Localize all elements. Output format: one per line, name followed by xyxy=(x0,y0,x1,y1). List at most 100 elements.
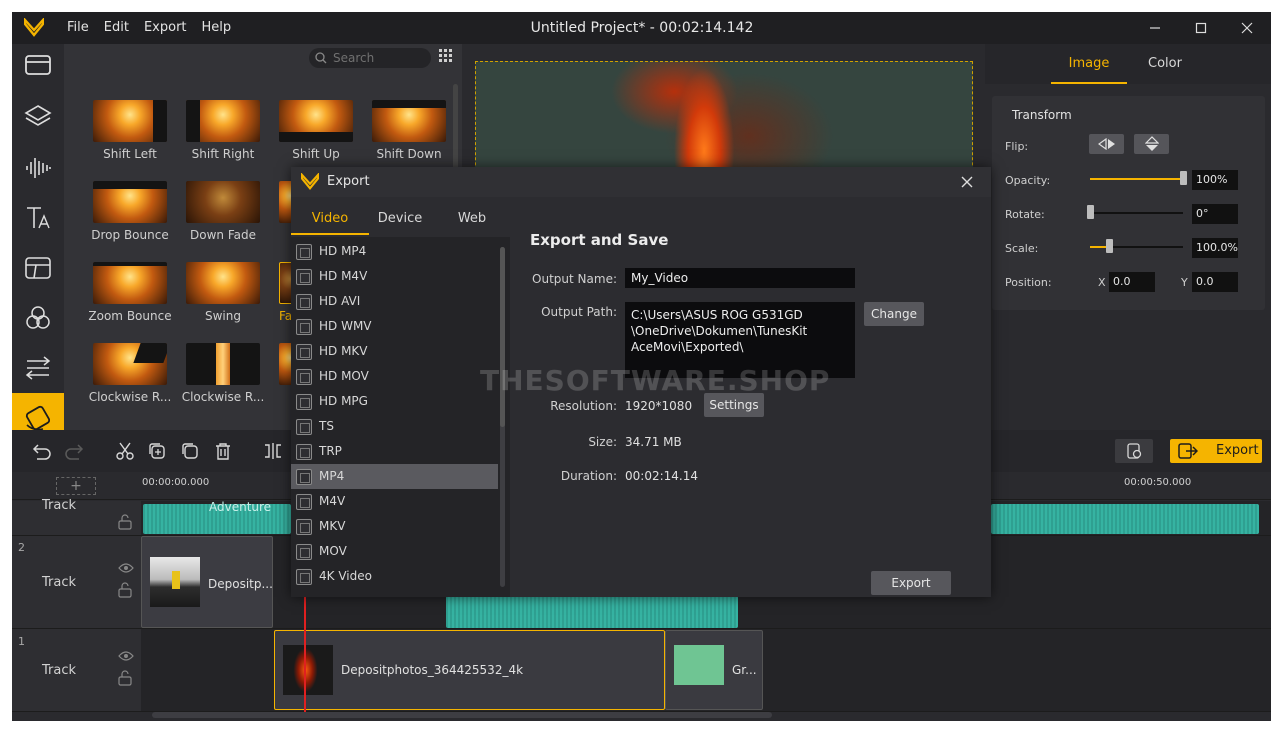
minimize-icon xyxy=(1150,27,1160,29)
format-item[interactable]: HD MPG xyxy=(291,389,498,414)
flip-horizontal-button[interactable] xyxy=(1089,134,1124,154)
layers-tab[interactable] xyxy=(12,92,64,142)
tab-image[interactable]: Image xyxy=(1051,44,1127,84)
visibility-eye-icon[interactable] xyxy=(118,562,134,574)
template-icon xyxy=(25,257,51,279)
transition-thumb-shift-down[interactable] xyxy=(372,100,446,142)
rotate-slider[interactable] xyxy=(1090,212,1183,214)
media-tab[interactable] xyxy=(12,40,64,90)
audio-clip-adventure[interactable]: Adventure xyxy=(143,500,291,534)
format-item-selected[interactable]: MP4 xyxy=(291,464,498,489)
transition-label: Clockwise R... xyxy=(88,390,172,404)
track-header-1: 1 Track xyxy=(12,629,141,712)
filters-tab[interactable] xyxy=(12,293,64,343)
export-button[interactable]: Export xyxy=(1170,439,1262,463)
search-input[interactable]: Search xyxy=(309,48,431,68)
visibility-eye-icon[interactable] xyxy=(118,650,134,662)
video-clip-green[interactable]: Gr... xyxy=(665,630,763,710)
transition-thumb-swing[interactable] xyxy=(186,262,260,304)
filter-circles-icon xyxy=(26,306,50,329)
format-item[interactable]: HD AVI xyxy=(291,289,498,314)
output-path-line: C:\Users\ASUS ROG G531GD xyxy=(631,308,803,322)
output-name-input[interactable]: My_Video xyxy=(625,268,855,288)
transition-thumb-clockwise-rotate[interactable] xyxy=(93,343,167,385)
copy-icon[interactable] xyxy=(147,441,167,461)
transition-thumb-drop-bounce[interactable] xyxy=(93,181,167,223)
templates-tab[interactable] xyxy=(12,243,64,293)
position-x-input[interactable]: 0.0 xyxy=(1109,272,1155,292)
tab-web[interactable]: Web xyxy=(437,203,507,235)
undo-icon[interactable] xyxy=(32,441,52,461)
opacity-knob[interactable] xyxy=(1180,171,1187,185)
minimize-button[interactable] xyxy=(1132,12,1178,44)
transition-thumb-shift-up[interactable] xyxy=(279,100,353,142)
tab-device[interactable]: Device xyxy=(363,203,437,235)
redo-icon[interactable] xyxy=(64,441,84,461)
menu-bar: File Edit Export Help xyxy=(67,12,246,44)
clip-thumbnail xyxy=(674,645,724,685)
transition-thumb-shift-left[interactable] xyxy=(93,100,167,142)
format-item[interactable]: MOV xyxy=(291,539,498,564)
menu-edit[interactable]: Edit xyxy=(104,12,129,44)
tab-color[interactable]: Color xyxy=(1127,44,1203,84)
menu-file[interactable]: File xyxy=(67,12,89,44)
opacity-slider[interactable] xyxy=(1090,178,1183,180)
format-item[interactable]: TS xyxy=(291,414,498,439)
transition-thumb-shift-right[interactable] xyxy=(186,100,260,142)
transition-thumb-zoom-bounce[interactable] xyxy=(93,262,167,304)
cut-icon[interactable] xyxy=(115,441,135,461)
flip-vertical-button[interactable] xyxy=(1134,134,1169,154)
lock-icon[interactable] xyxy=(118,582,132,598)
grid-view-icon[interactable] xyxy=(439,49,453,63)
format-item[interactable]: HD MP4 xyxy=(291,239,498,264)
export-heading: Export and Save xyxy=(530,231,669,249)
scale-value[interactable]: 100.0% xyxy=(1192,238,1238,258)
format-item[interactable]: HD M4V xyxy=(291,264,498,289)
add-track-button[interactable]: + xyxy=(56,477,96,495)
format-item[interactable]: 4K Video xyxy=(291,564,498,589)
close-icon[interactable] xyxy=(961,176,973,188)
rotate-knob[interactable] xyxy=(1087,205,1094,219)
menu-help[interactable]: Help xyxy=(202,12,232,44)
rotate-value[interactable]: 0° xyxy=(1192,204,1238,224)
format-item[interactable]: HD MOV xyxy=(291,364,498,389)
format-item[interactable]: TRP xyxy=(291,439,498,464)
format-item[interactable]: MKV xyxy=(291,514,498,539)
timeline-scrollbar[interactable] xyxy=(152,712,772,718)
format-item[interactable]: M4V xyxy=(291,489,498,514)
transition-thumb-clockwise-reveal[interactable] xyxy=(186,343,260,385)
lock-icon[interactable] xyxy=(118,670,132,686)
lock-icon[interactable] xyxy=(118,514,132,530)
position-y-input[interactable]: 0.0 xyxy=(1192,272,1238,292)
export-settings-button[interactable] xyxy=(1115,439,1153,463)
export-dialog-titlebar: Export xyxy=(291,167,991,197)
change-path-button[interactable]: Change xyxy=(864,302,924,326)
transition-thumb-down-fade[interactable] xyxy=(186,181,260,223)
tab-video[interactable]: Video xyxy=(291,203,369,235)
size-label: Size: xyxy=(588,435,617,449)
video-clip-selected[interactable]: Depositphotos_364425532_4k xyxy=(274,630,665,710)
dialog-export-button[interactable]: Export xyxy=(871,571,951,595)
menu-export[interactable]: Export xyxy=(144,12,187,44)
opacity-value[interactable]: 100% xyxy=(1192,170,1238,190)
scale-knob[interactable] xyxy=(1105,239,1113,253)
scale-slider[interactable] xyxy=(1090,246,1183,248)
audio-tab[interactable] xyxy=(12,143,64,193)
text-tab[interactable] xyxy=(12,193,64,243)
video-file-icon xyxy=(296,319,312,335)
format-item[interactable]: HD MKV xyxy=(291,339,498,364)
delete-icon[interactable] xyxy=(213,441,233,461)
maximize-button[interactable] xyxy=(1178,12,1224,44)
size-value: 34.71 MB xyxy=(625,435,682,449)
split-icon[interactable] xyxy=(263,441,283,461)
clip-thumbnail xyxy=(283,645,333,695)
paste-icon[interactable] xyxy=(180,441,200,461)
audio-clip-continued[interactable] xyxy=(991,504,1259,534)
close-window-button[interactable] xyxy=(1224,12,1270,44)
audio-clip-track2[interactable] xyxy=(446,596,738,628)
video-clip-track2[interactable]: Depositp... xyxy=(141,536,273,628)
video-file-icon xyxy=(296,544,312,560)
elements-tab[interactable] xyxy=(12,343,64,393)
format-list-scroll-thumb[interactable] xyxy=(500,247,505,427)
format-item[interactable]: HD WMV xyxy=(291,314,498,339)
